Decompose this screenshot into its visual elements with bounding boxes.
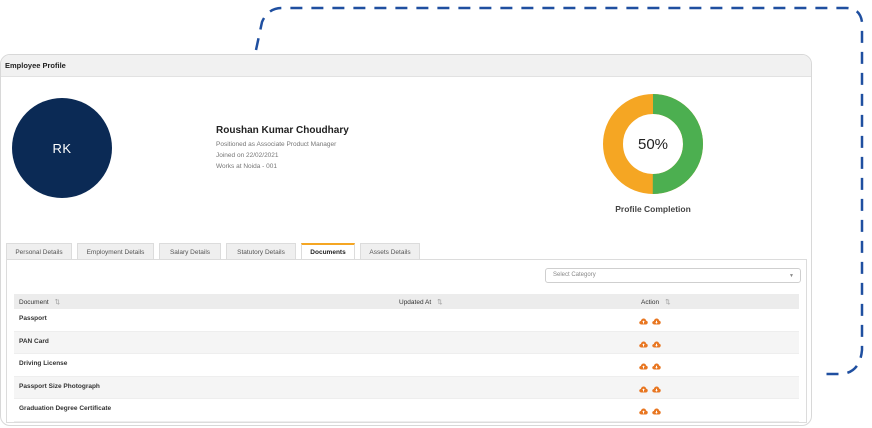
document-name: Driving License bbox=[19, 360, 68, 367]
table-body: Passport PAN Card Driving License Passpo… bbox=[14, 309, 799, 422]
cloud-upload-icon[interactable] bbox=[639, 363, 648, 370]
updated-at bbox=[394, 309, 636, 331]
employee-location: Works at Noida - 001 bbox=[216, 163, 277, 170]
chevron-down-icon: ▼ bbox=[789, 273, 794, 279]
completion-label: Profile Completion bbox=[615, 204, 691, 214]
updated-at bbox=[394, 399, 636, 421]
table-header: Document ⇅ Updated At ⇅ Action ⇅ bbox=[14, 294, 799, 309]
row-actions bbox=[636, 377, 799, 399]
column-header-action[interactable]: Action ⇅ bbox=[636, 294, 799, 309]
profile-tabs: Personal Details Employment Details Sala… bbox=[6, 243, 425, 260]
employee-position: Positioned as Associate Product Manager bbox=[216, 141, 337, 148]
cloud-download-icon[interactable] bbox=[652, 363, 661, 370]
documents-panel: Select Category ▼ Document ⇅ Updated At ⇅ … bbox=[6, 259, 807, 423]
column-header-document[interactable]: Document ⇅ bbox=[14, 294, 394, 309]
table-row: Driving License bbox=[14, 354, 799, 377]
cloud-download-icon[interactable] bbox=[652, 386, 661, 393]
cloud-upload-icon[interactable] bbox=[639, 386, 648, 393]
updated-at bbox=[394, 377, 636, 399]
tab-assets-details[interactable]: Assets Details bbox=[360, 243, 420, 260]
document-name: Graduation Degree Certificate bbox=[19, 405, 112, 412]
employee-profile-card: Employee Profile RK Roushan Kumar Choudh… bbox=[0, 54, 812, 426]
category-select-placeholder: Select Category bbox=[553, 272, 596, 278]
card-title: Employee Profile bbox=[1, 55, 811, 77]
updated-at bbox=[394, 332, 636, 354]
tab-employment-details[interactable]: Employment Details bbox=[77, 243, 154, 260]
table-row: Passport Size Photograph bbox=[14, 376, 799, 399]
tab-salary-details[interactable]: Salary Details bbox=[159, 243, 221, 260]
row-actions bbox=[636, 332, 799, 354]
document-name: PAN Card bbox=[19, 337, 49, 345]
cloud-upload-icon[interactable] bbox=[639, 341, 648, 348]
sort-icon[interactable]: ⇅ bbox=[55, 299, 60, 306]
avatar: RK bbox=[12, 98, 112, 198]
cloud-download-icon[interactable] bbox=[652, 408, 661, 415]
tab-documents[interactable]: Documents bbox=[301, 243, 355, 260]
employee-joined-date: Joined on 22/02/2021 bbox=[216, 152, 279, 159]
profile-completion-donut: 50% bbox=[602, 93, 704, 195]
row-actions bbox=[636, 399, 799, 421]
documents-table: Document ⇅ Updated At ⇅ Action ⇅ Passport P… bbox=[14, 294, 799, 422]
employee-name: Roushan Kumar Choudhary bbox=[216, 125, 349, 136]
category-select[interactable]: Select Category ▼ bbox=[545, 268, 801, 283]
completion-percent: 50% bbox=[637, 135, 669, 153]
tab-personal-details[interactable]: Personal Details bbox=[6, 243, 72, 260]
tab-statutory-details[interactable]: Statutory Details bbox=[226, 243, 296, 260]
row-actions bbox=[636, 354, 799, 376]
profile-info: Roushan Kumar Choudhary Positioned as As… bbox=[216, 125, 349, 174]
sort-icon[interactable]: ⇅ bbox=[665, 299, 670, 306]
column-header-updated-at[interactable]: Updated At ⇅ bbox=[394, 294, 636, 309]
updated-at bbox=[394, 354, 636, 376]
cloud-download-icon[interactable] bbox=[652, 341, 661, 348]
table-row: Passport bbox=[14, 309, 799, 332]
cloud-upload-icon[interactable] bbox=[639, 408, 648, 415]
sort-icon[interactable]: ⇅ bbox=[437, 299, 442, 306]
page: Employee Profile RK Roushan Kumar Choudh… bbox=[0, 0, 872, 428]
row-actions bbox=[636, 309, 799, 331]
cloud-download-icon[interactable] bbox=[652, 318, 661, 325]
cloud-upload-icon[interactable] bbox=[639, 318, 648, 325]
document-name: Passport bbox=[19, 315, 47, 322]
table-row: Graduation Degree Certificate bbox=[14, 399, 799, 422]
avatar-initials: RK bbox=[52, 140, 72, 156]
table-row: PAN Card bbox=[14, 331, 799, 354]
document-name: Passport Size Photograph bbox=[19, 382, 100, 390]
